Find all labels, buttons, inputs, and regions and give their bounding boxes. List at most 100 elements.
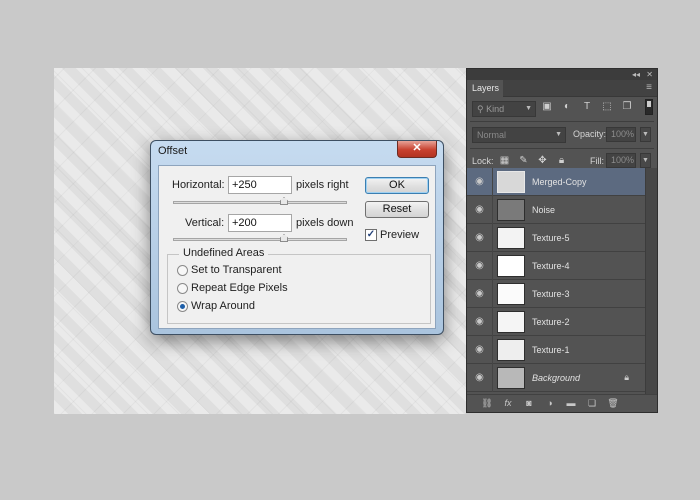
visibility-eye-icon[interactable]: ◉ (467, 168, 493, 196)
filter-kind-select[interactable]: ⚲ Kind ▼ (472, 101, 536, 117)
vertical-slider-thumb[interactable] (280, 234, 288, 242)
dialog-body: Horizontal: +250 pixels right Vertical: … (158, 165, 436, 329)
horizontal-slider-thumb[interactable] (280, 197, 288, 205)
layer-name[interactable]: Background (532, 364, 580, 392)
opacity-label: Opacity: (573, 129, 607, 139)
layer-list: ◉ Merged-Copy ◉ Noise ◉ Texture-5 ◉ Texture-4 ◉ T… (467, 168, 657, 392)
layer-row[interactable]: ◉ Background 🔒︎ (467, 364, 657, 392)
close-panel-icon[interactable]: ✕ (646, 69, 653, 80)
layer-row[interactable]: ◉ Texture-2 (467, 308, 657, 336)
footer-icons: ⛓ fx ◙ ◑ ▬ ❏ 🗑︎ (481, 397, 619, 410)
layer-thumbnail[interactable] (497, 311, 525, 333)
type-layer-filter-icon[interactable]: T (581, 101, 593, 113)
panel-menu-icon[interactable]: ≡ (646, 82, 652, 94)
layer-row[interactable]: ◉ Texture-5 (467, 224, 657, 252)
preview-checkbox[interactable]: ✓ (365, 229, 377, 241)
layer-lock-icon: 🔒︎ (624, 372, 629, 382)
delete-layer-icon[interactable]: 🗑︎ (607, 397, 619, 410)
layer-thumbnail[interactable] (497, 339, 525, 361)
shape-layer-filter-icon[interactable]: ⬚ (601, 101, 613, 113)
fill-field[interactable]: 100% (606, 153, 636, 168)
undefined-areas-title: Undefined Areas (179, 247, 269, 259)
preview-label: Preview (380, 229, 420, 241)
horizontal-slider[interactable] (173, 201, 347, 204)
layer-thumbnail[interactable] (497, 283, 525, 305)
layer-name[interactable]: Texture-4 (532, 252, 570, 280)
layer-row[interactable]: ◉ Texture-4 (467, 252, 657, 280)
filter-toggle[interactable] (645, 99, 653, 115)
horizontal-input[interactable]: +250 (228, 176, 292, 194)
chevron-down-icon: ▼ (555, 131, 562, 138)
dialog-title: Offset (158, 145, 188, 157)
layer-thumbnail[interactable] (497, 255, 525, 277)
lock-icons: ▦ ✎ ✥ 🔒︎ (499, 155, 567, 166)
reset-button[interactable]: Reset (365, 201, 429, 218)
layer-thumbnail[interactable] (497, 367, 525, 389)
ok-button[interactable]: OK (365, 177, 429, 194)
layer-thumbnail[interactable] (497, 171, 525, 193)
opacity-field[interactable]: 100% (606, 127, 636, 142)
undefined-areas-group: Undefined Areas Set to Transparent Repeat… (167, 247, 431, 324)
fill-dropdown-icon[interactable]: ▼ (640, 153, 651, 168)
radio-option-label[interactable]: Wrap Around (191, 300, 255, 312)
layer-row[interactable]: ◉ Texture-1 (467, 336, 657, 364)
layer-row[interactable]: ◉ Texture-3 (467, 280, 657, 308)
horizontal-unit: pixels right (296, 179, 349, 191)
lock-all-icon[interactable]: 🔒︎ (556, 155, 567, 166)
new-group-icon[interactable]: ▬ (565, 397, 577, 410)
vertical-slider[interactable] (173, 238, 347, 241)
layer-style-icon[interactable]: fx (502, 397, 514, 410)
link-layers-icon[interactable]: ⛓ (481, 397, 493, 410)
layer-name[interactable]: Texture-2 (532, 308, 570, 336)
layer-row[interactable]: ◉ Merged-Copy (467, 168, 657, 196)
layer-thumbnail[interactable] (497, 227, 525, 249)
layers-scrollbar[interactable] (645, 168, 657, 395)
add-mask-icon[interactable]: ◙ (523, 397, 535, 410)
blend-mode-value: Normal (477, 130, 507, 140)
adjustment-layer-filter-icon[interactable]: ◐ (561, 101, 573, 113)
radio-option[interactable] (177, 265, 188, 276)
close-button[interactable]: ✕ (397, 141, 437, 158)
new-layer-icon[interactable]: ❏ (586, 397, 598, 410)
tab-layers[interactable]: Layers (467, 80, 503, 97)
pixel-layer-filter-icon[interactable]: ▣ (541, 101, 553, 113)
lock-label: Lock: (472, 156, 494, 166)
collapse-panel-icon[interactable]: ◂◂ (632, 69, 640, 80)
visibility-eye-icon[interactable]: ◉ (467, 308, 493, 336)
smart-object-filter-icon[interactable]: ❐ (621, 101, 633, 113)
filter-kind-label: Kind (486, 104, 505, 114)
offset-dialog: Offset ✕ Horizontal: +250 pixels right V… (150, 140, 444, 335)
visibility-eye-icon[interactable]: ◉ (467, 364, 493, 392)
opacity-dropdown-icon[interactable]: ▼ (640, 127, 651, 142)
radio-option[interactable] (177, 283, 188, 294)
fill-label: Fill: (590, 156, 604, 166)
visibility-eye-icon[interactable]: ◉ (467, 252, 493, 280)
lock-image-icon[interactable]: ✎ (518, 155, 529, 166)
layer-row[interactable]: ◉ Noise (467, 196, 657, 224)
lock-transparency-icon[interactable]: ▦ (499, 155, 510, 166)
visibility-eye-icon[interactable]: ◉ (467, 224, 493, 252)
lock-position-icon[interactable]: ✥ (537, 155, 548, 166)
radio-option[interactable] (177, 301, 188, 312)
layer-thumbnail[interactable] (497, 199, 525, 221)
layer-name[interactable]: Texture-1 (532, 336, 570, 364)
search-icon: ⚲ (477, 104, 487, 114)
layer-name[interactable]: Noise (532, 196, 555, 224)
radio-option-label[interactable]: Set to Transparent (191, 264, 282, 276)
vertical-label: Vertical: (185, 217, 225, 229)
layer-name[interactable]: Texture-3 (532, 280, 570, 308)
filter-icons: ▣ ◐ T ⬚ ❐ (541, 101, 633, 113)
blend-row: Normal ▼ Opacity: 100% ▼ (467, 122, 657, 148)
layer-name[interactable]: Texture-5 (532, 224, 570, 252)
blend-mode-select[interactable]: Normal ▼ (472, 127, 566, 143)
filter-row: ⚲ Kind ▼ ▣ ◐ T ⬚ ❐ (467, 97, 657, 121)
panel-footer: ⛓ fx ◙ ◑ ▬ ❏ 🗑︎ (467, 394, 657, 412)
new-adjustment-icon[interactable]: ◑ (544, 397, 556, 410)
layer-name[interactable]: Merged-Copy (532, 168, 587, 196)
vertical-input[interactable]: +200 (228, 214, 292, 232)
visibility-eye-icon[interactable]: ◉ (467, 196, 493, 224)
radio-option-label[interactable]: Repeat Edge Pixels (191, 282, 288, 294)
visibility-eye-icon[interactable]: ◉ (467, 280, 493, 308)
visibility-eye-icon[interactable]: ◉ (467, 336, 493, 364)
vertical-unit: pixels down (296, 217, 354, 229)
